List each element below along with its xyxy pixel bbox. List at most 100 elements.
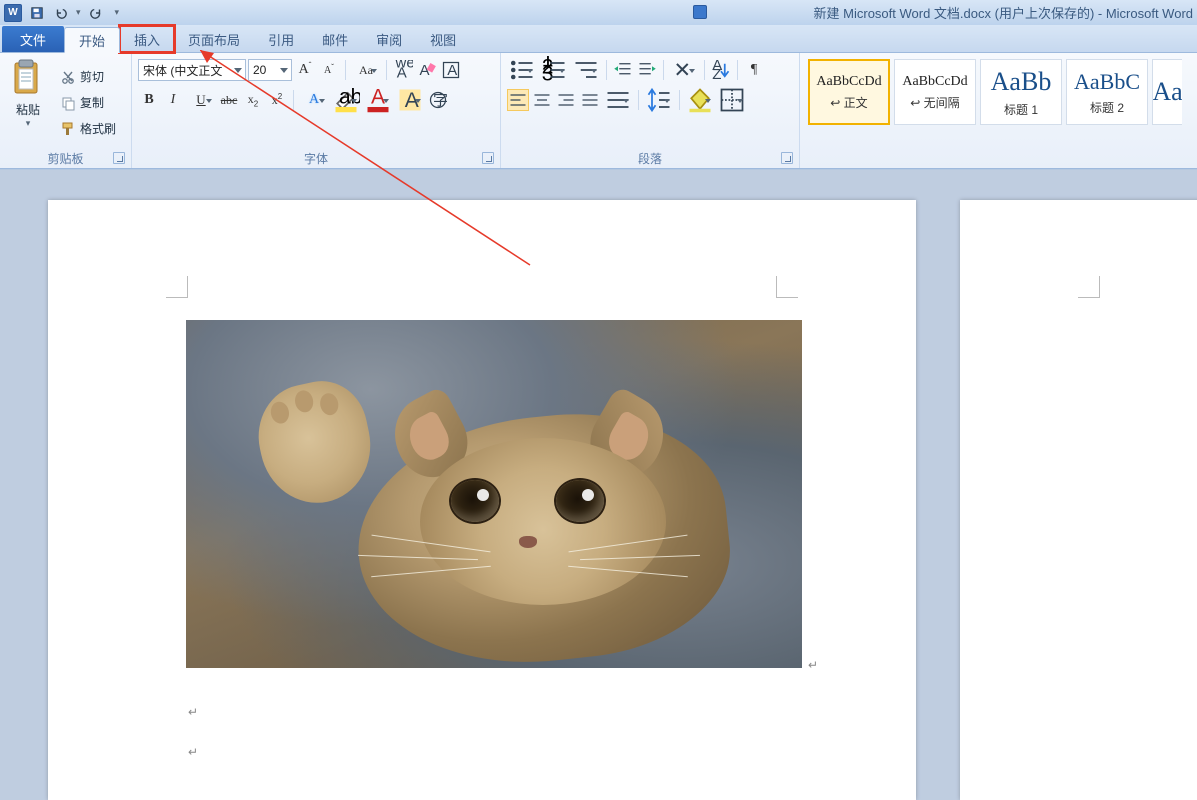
align-right-icon[interactable]	[555, 89, 577, 111]
strikethrough-icon[interactable]: abc	[218, 89, 240, 111]
character-border-icon[interactable]: A	[440, 59, 462, 81]
style-name: ↩ 正文	[830, 94, 867, 111]
phonetic-guide-icon[interactable]: wénA	[392, 59, 414, 81]
borders-icon[interactable]	[717, 89, 747, 111]
font-name-combo[interactable]: 宋体 (中文正文	[138, 59, 246, 81]
style-sample: AaBbCcDd	[902, 74, 967, 90]
subscript-icon[interactable]: x2	[242, 89, 264, 111]
document-title: 新建 Microsoft Word 文档.docx (用户上次保存的) - Mi…	[814, 3, 1197, 22]
asian-layout-icon[interactable]: ✕	[669, 59, 699, 81]
group-clipboard-label: 剪贴板	[47, 152, 83, 166]
enclose-characters-icon[interactable]: 字	[427, 89, 449, 111]
style-heading2[interactable]: AaBbC 标题 2	[1066, 59, 1148, 125]
font-dialog-launcher-icon[interactable]	[482, 152, 494, 164]
shading-icon[interactable]	[685, 89, 715, 111]
redo-icon[interactable]	[87, 4, 105, 22]
style-name: ↩ 无间隔	[910, 94, 959, 111]
text-effects-icon[interactable]: A	[299, 89, 329, 111]
copy-button[interactable]: 复制	[56, 91, 120, 115]
align-center-icon[interactable]	[531, 89, 553, 111]
decrease-indent-icon[interactable]	[612, 59, 634, 81]
clear-formatting-icon[interactable]: A	[416, 59, 438, 81]
group-paragraph-label: 段落	[638, 152, 662, 166]
svg-text:✕: ✕	[674, 59, 692, 82]
tab-review[interactable]: 审阅	[362, 26, 416, 52]
undo-icon[interactable]	[52, 4, 70, 22]
inserted-image[interactable]	[186, 320, 802, 668]
style-sample: AaBb	[991, 67, 1052, 97]
char-shading-icon[interactable]: A	[395, 89, 425, 111]
numbering-icon[interactable]: 123	[539, 59, 569, 81]
style-normal[interactable]: AaBbCcDd ↩ 正文	[808, 59, 890, 125]
svg-text:Z: Z	[712, 66, 721, 80]
title-bar: W ▾ ▾ 新建 Microsoft Word 文档.docx (用户上次保存的…	[0, 0, 1197, 25]
group-styles: AaBbCcDd ↩ 正文 AaBbCcDd ↩ 无间隔 AaBb 标题 1 A…	[800, 53, 1197, 168]
cut-button[interactable]: 剪切	[56, 65, 120, 89]
margin-corner-icon	[1078, 276, 1100, 298]
group-clipboard: 粘贴 ▾ 剪切 复制 格式刷 剪贴板	[0, 53, 132, 168]
document-icon	[693, 5, 707, 19]
change-case-icon[interactable]: Aa	[351, 59, 381, 81]
style-no-spacing[interactable]: AaBbCcDd ↩ 无间隔	[894, 59, 976, 125]
undo-dropdown-icon[interactable]: ▾	[76, 7, 81, 18]
tab-page-layout[interactable]: 页面布局	[174, 26, 254, 52]
paragraph-dialog-launcher-icon[interactable]	[781, 152, 793, 164]
qat-customize-icon[interactable]: ▾	[115, 7, 120, 18]
copy-label: 复制	[80, 94, 104, 111]
align-left-icon[interactable]	[507, 89, 529, 111]
group-font-label: 字体	[304, 152, 328, 166]
grow-font-icon[interactable]: Aˆ	[294, 59, 316, 81]
save-icon[interactable]	[28, 4, 46, 22]
paste-dropdown-icon[interactable]: ▾	[26, 118, 31, 129]
ribbon: 粘贴 ▾ 剪切 复制 格式刷 剪贴板 宋体 (中文正文 20 Aˆ Aˇ Aa …	[0, 53, 1197, 169]
svg-text:ab: ab	[339, 86, 360, 109]
superscript-icon[interactable]: x2	[266, 89, 288, 111]
line-spacing-icon[interactable]	[644, 89, 674, 111]
word-app-icon: W	[4, 4, 22, 22]
tab-home[interactable]: 开始	[64, 27, 120, 53]
format-painter-button[interactable]: 格式刷	[56, 117, 120, 141]
tab-mailings[interactable]: 邮件	[308, 26, 362, 52]
sort-icon[interactable]: AZ	[710, 59, 732, 81]
svg-text:A: A	[405, 89, 419, 112]
quick-access-toolbar: ▾ ▾	[28, 4, 119, 22]
bullets-icon[interactable]	[507, 59, 537, 81]
font-color-icon[interactable]: A	[363, 89, 393, 111]
style-more[interactable]: Aa	[1152, 59, 1182, 125]
margin-corner-icon	[776, 276, 798, 298]
document-area[interactable]: ↵ ↵ ↵	[0, 170, 1197, 800]
format-painter-label: 格式刷	[80, 120, 116, 137]
svg-text:字: 字	[433, 92, 448, 109]
underline-icon[interactable]: U	[186, 89, 216, 111]
paragraph-mark-icon: ↵	[188, 745, 198, 759]
margin-corner-icon	[166, 276, 188, 298]
ribbon-tabs: 文件 开始 插入 页面布局 引用 邮件 审阅 视图	[0, 25, 1197, 53]
style-name: 标题 1	[1004, 101, 1038, 118]
tab-insert[interactable]: 插入	[120, 26, 174, 52]
show-hide-marks-icon[interactable]: ¶	[743, 59, 765, 81]
paste-icon[interactable]	[11, 59, 45, 99]
distributed-icon[interactable]	[603, 89, 633, 111]
page-1[interactable]: ↵ ↵ ↵	[48, 200, 916, 800]
tab-references[interactable]: 引用	[254, 26, 308, 52]
tab-view[interactable]: 视图	[416, 26, 470, 52]
font-size-combo[interactable]: 20	[248, 59, 292, 81]
page-2[interactable]	[960, 200, 1197, 800]
clipboard-dialog-launcher-icon[interactable]	[113, 152, 125, 164]
style-sample: AaBbCcDd	[816, 74, 881, 90]
cut-label: 剪切	[80, 68, 104, 85]
justify-icon[interactable]	[579, 89, 601, 111]
paste-label[interactable]: 粘贴	[16, 101, 40, 118]
tab-file[interactable]: 文件	[2, 26, 64, 52]
multilevel-list-icon[interactable]	[571, 59, 601, 81]
style-heading1[interactable]: AaBb 标题 1	[980, 59, 1062, 125]
style-sample: Aa	[1152, 77, 1182, 107]
shrink-font-icon[interactable]: Aˇ	[318, 59, 340, 81]
paragraph-mark-icon: ↵	[188, 705, 198, 719]
svg-text:A: A	[420, 62, 430, 79]
group-paragraph: 123 ✕ AZ ¶	[501, 53, 800, 168]
increase-indent-icon[interactable]	[636, 59, 658, 81]
bold-icon[interactable]: B	[138, 89, 160, 111]
highlight-icon[interactable]: ab	[331, 89, 361, 111]
italic-icon[interactable]: I	[162, 89, 184, 111]
